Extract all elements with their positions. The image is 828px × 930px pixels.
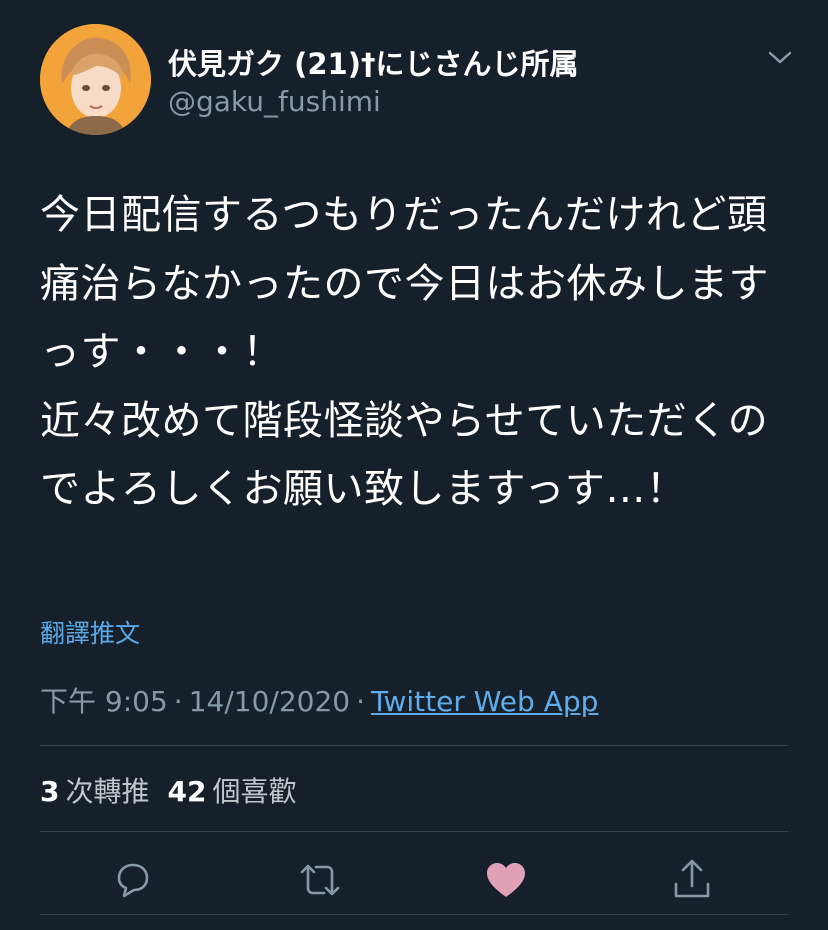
likes-count: 42 bbox=[167, 775, 207, 808]
meta-separator: · bbox=[173, 685, 183, 718]
tweet-date[interactable]: 14/10/2020 bbox=[189, 685, 350, 718]
heart-icon[interactable] bbox=[482, 856, 530, 904]
retweets-stat[interactable]: 3 次轉推 bbox=[40, 775, 150, 808]
divider bbox=[40, 914, 788, 915]
meta-separator: · bbox=[356, 685, 365, 718]
divider bbox=[40, 745, 788, 746]
tweet-text: 今日配信するつもりだったんだけれど頭痛治らなかったので今日はお休みしますっす・・… bbox=[40, 192, 769, 512]
tweet-source-link[interactable]: Twitter Web App bbox=[371, 685, 598, 718]
retweet-icon[interactable] bbox=[296, 856, 344, 904]
avatar-portrait-icon bbox=[40, 24, 151, 135]
tweet-actions bbox=[0, 850, 828, 906]
reply-icon[interactable] bbox=[109, 856, 157, 904]
tweet-header: 伏見ガク (21)†にじさんじ所属 @gaku_fushimi bbox=[40, 24, 800, 136]
chevron-down-icon[interactable] bbox=[767, 48, 793, 66]
share-icon[interactable] bbox=[668, 856, 716, 904]
avatar[interactable] bbox=[40, 24, 151, 135]
retweets-label: 次轉推 bbox=[65, 775, 150, 808]
tweet-time[interactable]: 下午 9:05 bbox=[40, 685, 168, 718]
divider bbox=[40, 831, 788, 832]
likes-label: 個喜歡 bbox=[212, 775, 297, 808]
retweets-count: 3 bbox=[40, 775, 60, 808]
author-handle[interactable]: @gaku_fushimi bbox=[168, 85, 381, 118]
tweet-stats: 3 次轉推 42 個喜歡 bbox=[40, 770, 296, 810]
tweet-metadata: 下午 9:05 · 14/10/2020 · Twitter Web App bbox=[40, 680, 598, 720]
likes-stat[interactable]: 42 個喜歡 bbox=[168, 775, 297, 808]
author-display-name[interactable]: 伏見ガク (21)†にじさんじ所属 bbox=[168, 41, 578, 83]
translate-tweet-link[interactable]: 翻譯推文 bbox=[40, 614, 140, 650]
